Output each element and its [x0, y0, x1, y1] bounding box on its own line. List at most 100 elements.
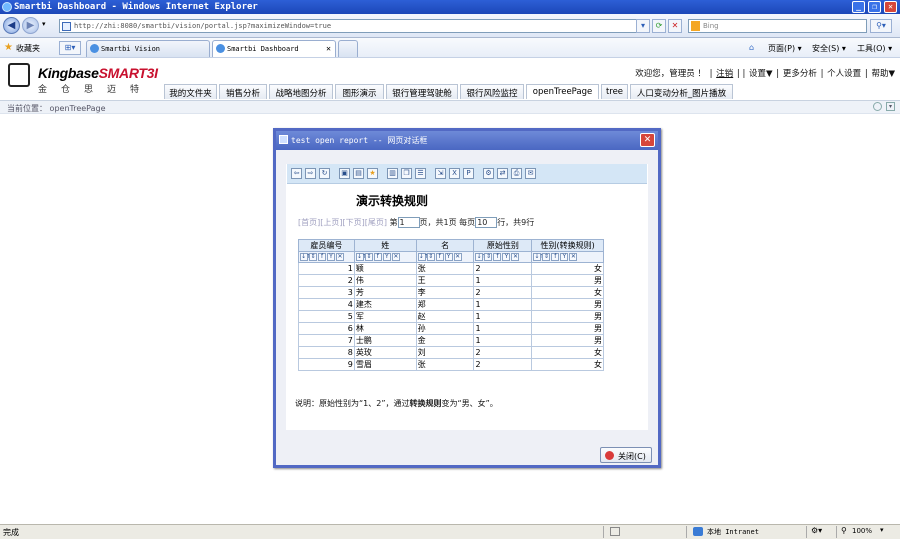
formula-icon[interactable]: f	[373, 253, 382, 261]
sort-icon[interactable]: ↓↑	[355, 253, 367, 261]
remove-icon[interactable]: ✕	[569, 253, 578, 261]
sort-icon[interactable]: ↓↑	[475, 253, 487, 261]
share-icon[interactable]: ⇄	[497, 168, 508, 179]
zoom-icon[interactable]: ⚲	[841, 526, 847, 535]
protected-mode-icon[interactable]: ⚙▾	[811, 526, 822, 535]
url-dropdown-icon[interactable]: ▾	[636, 19, 650, 33]
condition-icon[interactable]: Y	[444, 253, 453, 261]
forward-button[interactable]: ▶	[22, 17, 39, 34]
excel-icon[interactable]: X	[449, 168, 460, 179]
nav-tab-bank-risk[interactable]: 银行风险监控	[460, 84, 524, 99]
history-dropdown-icon[interactable]: ▾	[42, 20, 46, 28]
zoom-level[interactable]: 100%	[852, 527, 872, 535]
last-page-link[interactable]: [尾页]	[365, 218, 387, 227]
filter-icon[interactable]: ⇕	[484, 253, 493, 261]
column-header[interactable]: 名	[415, 239, 475, 252]
tab-smartbi-vision[interactable]: Smartbi Vision	[86, 40, 210, 57]
save-as-icon[interactable]: ▤	[353, 168, 364, 179]
filter-icon[interactable]: ⇕	[309, 253, 317, 261]
collapse-icon[interactable]	[873, 102, 882, 111]
settings-menu[interactable]: 设置▼	[749, 69, 773, 79]
sort-icon[interactable]: ↓↑	[417, 253, 429, 261]
column-header[interactable]: 原始性别	[473, 239, 533, 252]
forward-icon[interactable]: ⇨	[305, 168, 316, 179]
rows-per-page-input[interactable]: 10	[475, 217, 498, 228]
condition-icon[interactable]: Y	[382, 253, 391, 261]
remove-icon[interactable]: ✕	[336, 253, 344, 261]
copy-icon[interactable]: ❐	[401, 168, 412, 179]
layout-icon[interactable]: ☰	[415, 168, 426, 179]
refresh-icon[interactable]: ⟳	[652, 19, 666, 33]
sort-icon[interactable]: ↓↑	[300, 253, 311, 261]
tab-close-icon[interactable]: ✕	[326, 44, 331, 53]
formula-icon[interactable]: f	[551, 253, 560, 261]
first-page-link[interactable]: [首页]	[298, 218, 320, 227]
dialog-close-button[interactable]: 关闭(C)	[600, 447, 652, 463]
zoom-dropdown-icon[interactable]: ▾	[880, 526, 884, 534]
restore-button[interactable]: ❐	[868, 1, 881, 13]
table-row: 4 建杰郑 1 男	[298, 298, 604, 311]
column-header[interactable]: 性别(转换规则)	[531, 239, 604, 252]
condition-icon[interactable]: Y	[502, 253, 511, 261]
formula-icon[interactable]: f	[493, 253, 502, 261]
close-window-button[interactable]: ✕	[884, 1, 897, 13]
page-menu[interactable]: 页面(P) ▾	[768, 43, 802, 54]
formula-icon[interactable]: f	[318, 253, 326, 261]
nav-tab-population-analysis[interactable]: 人口变动分析_图片播放	[630, 84, 733, 99]
filter-icon[interactable]: ⇕	[364, 253, 373, 261]
settings-icon[interactable]: ⚙	[483, 168, 494, 179]
filter-icon[interactable]: ⇕	[426, 253, 435, 261]
nav-tab-chart-demo[interactable]: 图形演示	[335, 84, 384, 99]
logout-link[interactable]: 注销	[716, 69, 733, 79]
export-icon[interactable]: ⇲	[435, 168, 446, 179]
pdf-icon[interactable]: P	[463, 168, 474, 179]
minimize-button[interactable]: _	[852, 1, 865, 13]
save-icon[interactable]: ▣	[339, 168, 350, 179]
new-tab-button[interactable]	[338, 40, 358, 57]
condition-icon[interactable]: Y	[560, 253, 569, 261]
quick-tabs-icon[interactable]: ⊞▾	[59, 41, 81, 55]
table-cell: 2	[473, 346, 533, 359]
condition-icon[interactable]: Y	[327, 253, 335, 261]
favorites-label[interactable]: 收藏夹	[16, 43, 40, 54]
tools-menu[interactable]: 工具(O) ▾	[857, 43, 892, 54]
nav-tab-bank-cockpit[interactable]: 银行管理驾驶舱	[386, 84, 458, 99]
table-cell: 男	[531, 322, 604, 335]
back-button[interactable]: ◀	[3, 17, 20, 34]
nav-tab-strategy-map[interactable]: 战略地图分析	[269, 84, 333, 99]
sort-icon[interactable]: ↓↑	[533, 253, 544, 261]
dialog-close-icon[interactable]: ✕	[640, 133, 655, 147]
search-input[interactable]: Bing	[688, 19, 867, 33]
chart-icon[interactable]: ▥	[387, 168, 398, 179]
nav-tab-sales-analysis[interactable]: 销售分析	[219, 84, 267, 99]
url-field[interactable]: http://zhi:8080/smartbi/vision/portal.js…	[59, 19, 648, 33]
remove-icon[interactable]: ✕	[453, 253, 462, 261]
comment-icon[interactable]: ✉	[525, 168, 536, 179]
help-menu[interactable]: 帮助▼	[871, 69, 895, 79]
nav-tab-my-folder[interactable]: 我的文件夹	[164, 84, 217, 99]
nav-tab-tree[interactable]: tree	[601, 84, 628, 99]
print-icon[interactable]: ⎙	[511, 168, 522, 179]
home-icon[interactable]: ⌂	[749, 43, 754, 52]
safety-menu[interactable]: 安全(S) ▾	[812, 43, 846, 54]
nav-tab-opentreepage[interactable]: openTreePage	[526, 84, 599, 99]
stop-icon[interactable]: ✕	[668, 19, 682, 33]
formula-icon[interactable]: f	[435, 253, 444, 261]
page-number-input[interactable]: 1	[397, 217, 420, 228]
favorite-icon[interactable]: ★	[367, 168, 378, 179]
more-analysis-link[interactable]: 更多分析	[783, 69, 817, 79]
refresh-icon[interactable]: ↻	[319, 168, 330, 179]
column-header[interactable]: 姓	[353, 239, 417, 252]
remove-icon[interactable]: ✕	[391, 253, 400, 261]
expand-icon[interactable]: ▾	[886, 102, 895, 111]
next-page-link[interactable]: [下页]	[343, 218, 365, 227]
prev-page-link[interactable]: [上页]	[320, 218, 342, 227]
remove-icon[interactable]: ✕	[511, 253, 520, 261]
note-bold: 转换规则	[409, 399, 442, 408]
search-button[interactable]: ⚲▾	[870, 19, 892, 33]
personal-settings-link[interactable]: 个人设置	[827, 69, 861, 79]
tab-smartbi-dashboard[interactable]: Smartbi Dashboard ✕	[212, 40, 336, 57]
filter-icon[interactable]: ⇕	[542, 253, 551, 261]
back-icon[interactable]: ⇦	[291, 168, 302, 179]
column-header[interactable]: 雇员编号	[298, 239, 355, 252]
